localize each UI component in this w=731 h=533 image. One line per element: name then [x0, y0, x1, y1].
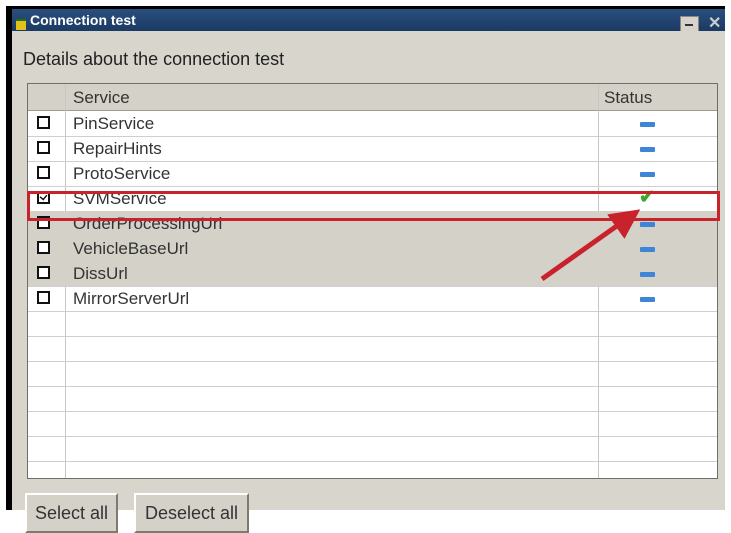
annotation-arrow — [540, 209, 641, 282]
